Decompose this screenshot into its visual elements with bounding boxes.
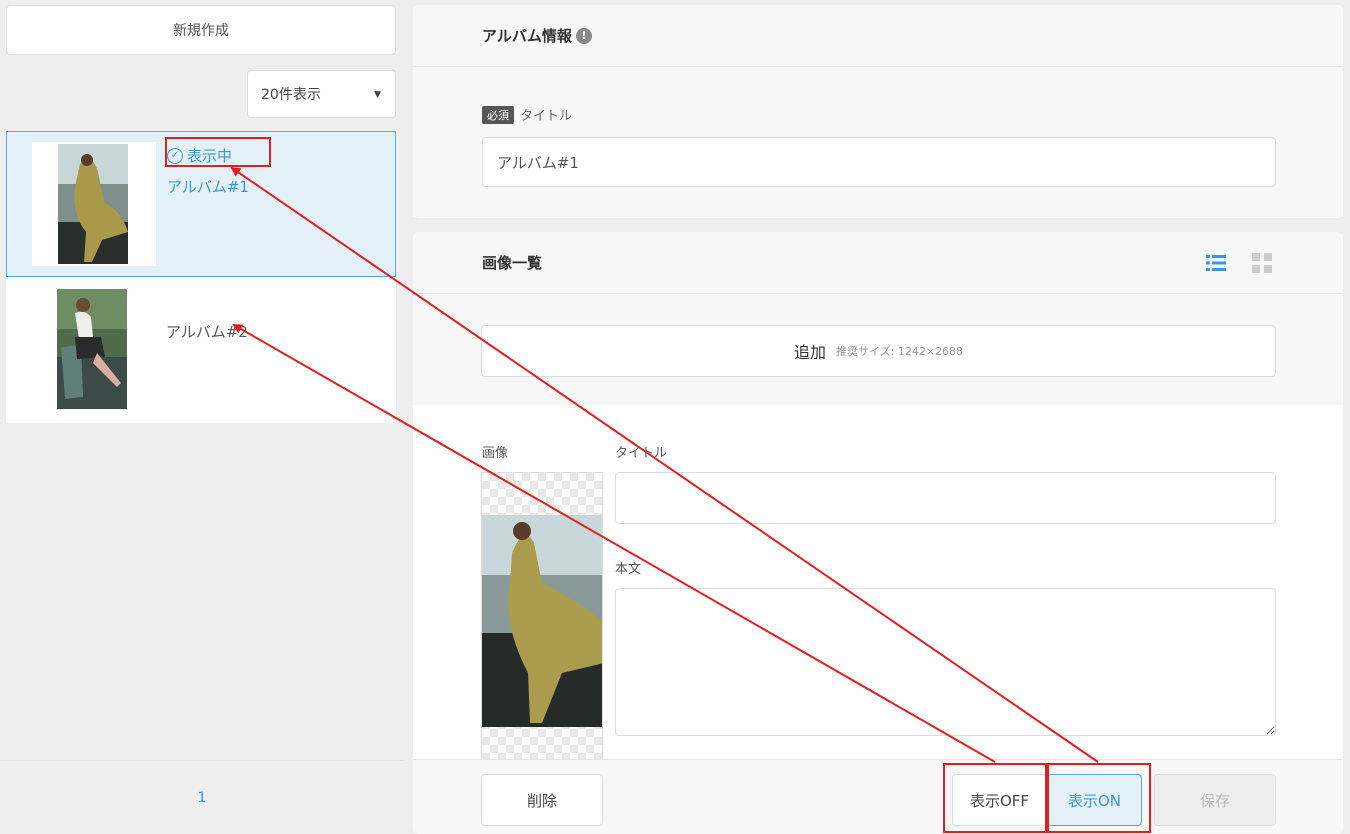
image-title-label: タイトル (615, 446, 668, 461)
image-preview[interactable] (481, 472, 603, 772)
required-badge: 必須 (482, 105, 514, 124)
image-list-panel: 画像一覧 追加 推奨サイズ: 1242×2688 画像 タイトル 本文 削除 表… (413, 232, 1343, 834)
image-list-header: 画像一覧 (413, 232, 1343, 294)
pagination: 1 (0, 760, 404, 834)
save-button[interactable]: 保存 (1154, 774, 1276, 826)
caret-down-icon: ▼ (374, 90, 381, 100)
add-image-zone: 追加 推奨サイズ: 1242×2688 (413, 295, 1343, 405)
annotation-box-status (165, 137, 271, 167)
album-title: アルバム#2 (166, 323, 248, 341)
album-list: ✓ 表示中 アルバム#1 アルバム#2 (6, 131, 396, 423)
album-item-1[interactable]: ✓ 表示中 アルバム#1 (6, 131, 396, 277)
per-page-select[interactable]: 20件表示 ▼ (247, 70, 396, 118)
grid-view-icon[interactable] (1251, 252, 1273, 274)
sidebar: 新規作成 20件表示 ▼ ✓ 表示中 アルバム#1 アルバム#2 1 (0, 0, 404, 834)
album-info-panel: アルバム情報 ! 必須 タイトル (413, 5, 1343, 218)
action-bar: 削除 表示OFF 表示ON 保存 (413, 759, 1343, 834)
album-item-2[interactable]: アルバム#2 (6, 277, 396, 423)
woman-bench-image (31, 287, 155, 411)
woman-dress-image (32, 142, 156, 266)
new-album-button[interactable]: 新規作成 (6, 5, 396, 55)
annotation-box-display-on (1047, 763, 1151, 833)
image-list-title: 画像一覧 (482, 254, 543, 272)
title-label: タイトル (520, 109, 573, 124)
image-label: 画像 (482, 446, 509, 461)
album-title-input[interactable] (482, 137, 1276, 187)
image-body-textarea[interactable] (615, 588, 1276, 736)
view-toggle (1205, 252, 1273, 274)
album-info-title: アルバム情報 (482, 27, 572, 45)
page-link-1[interactable]: 1 (198, 790, 207, 806)
album-title: アルバム#1 (167, 178, 249, 196)
delete-button[interactable]: 削除 (481, 774, 603, 826)
list-view-icon[interactable] (1205, 252, 1227, 274)
info-icon[interactable]: ! (575, 27, 592, 44)
annotation-box-display-off (943, 763, 1047, 833)
add-image-button[interactable]: 追加 推奨サイズ: 1242×2688 (481, 325, 1276, 377)
title-field-label-row: 必須 タイトル (482, 105, 572, 124)
album-thumbnail (32, 142, 156, 266)
image-body-label: 本文 (615, 562, 642, 577)
album-thumbnail (31, 287, 155, 411)
recommended-size-hint: 推奨サイズ: 1242×2688 (835, 345, 964, 358)
add-label: 追加 (793, 343, 826, 362)
per-page-value: 20件表示 (261, 87, 321, 103)
image-title-input[interactable] (615, 472, 1276, 524)
album-info-header: アルバム情報 ! (413, 5, 1343, 67)
woman-dress-image (482, 515, 602, 727)
